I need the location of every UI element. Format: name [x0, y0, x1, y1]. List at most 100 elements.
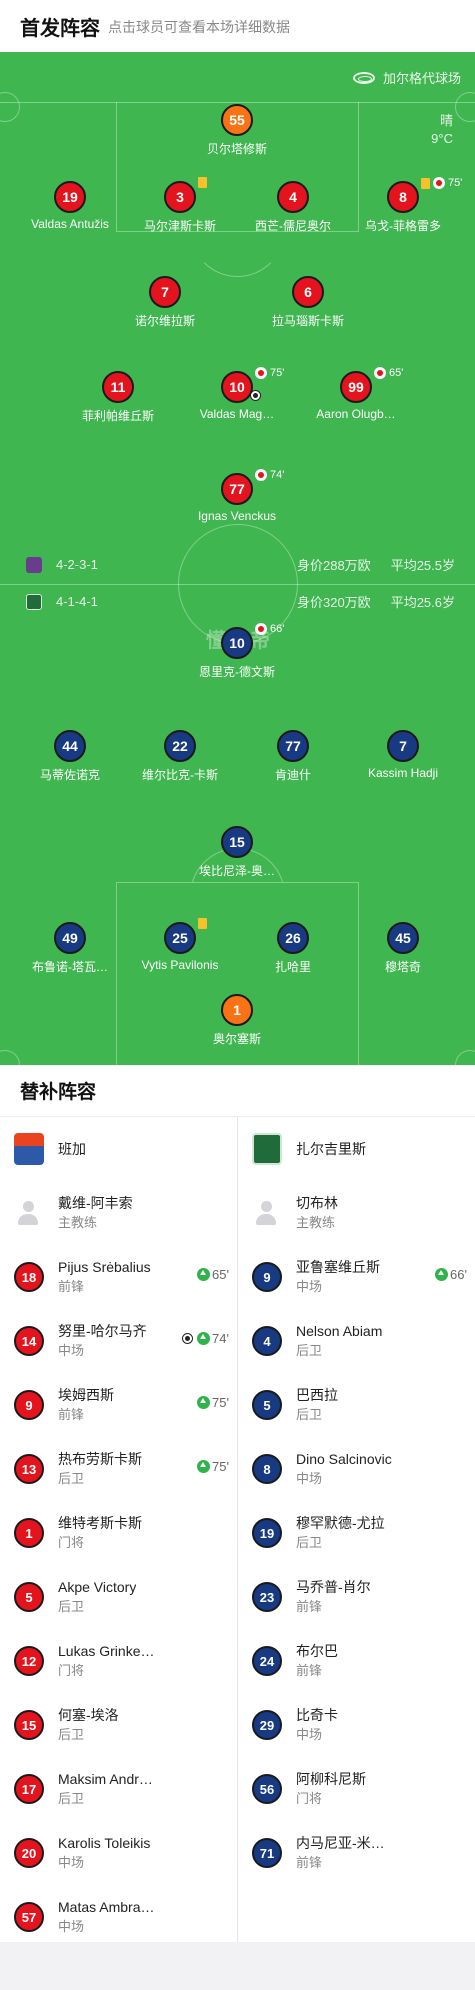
away-team-value: 身价320万欧: [296, 595, 371, 610]
player-event-badges: 75': [421, 177, 462, 189]
home-player-d1[interactable]: 19 Valdas Antužis: [10, 181, 130, 231]
away-sub-row[interactable]: 29 比奇卡 中场: [238, 1693, 475, 1757]
home-coach[interactable]: 戴维-阿丰索 主教练: [0, 1181, 237, 1245]
home-player-m2[interactable]: 6 拉马瑙斯卡斯: [248, 276, 368, 329]
home-sub-row[interactable]: 12 Lukas Grinke… 门将: [0, 1629, 237, 1693]
coach-name: 切布林: [296, 1195, 338, 1211]
sub-name: 埃姆西斯: [58, 1387, 114, 1403]
player-event-badges: 65': [374, 367, 403, 379]
away-sub-row[interactable]: 19 穆罕默德-尤拉 后卫: [238, 1501, 475, 1565]
sub-position: 前锋: [58, 1279, 85, 1294]
lineup-header: 首发阵容 点击球员可查看本场详细数据: [0, 0, 475, 52]
player-number: 15: [221, 826, 253, 858]
player-number: 8: [387, 181, 419, 213]
lineup-title: 首发阵容: [20, 17, 100, 40]
sub-off-minute: 75': [270, 367, 285, 379]
away-sub-row[interactable]: 24 布尔巴 前锋: [238, 1629, 475, 1693]
away-player-d2[interactable]: 25 Vytis Pavilonis: [120, 918, 240, 972]
goal-ball-icon: [250, 390, 261, 401]
away-player-m2[interactable]: 22 维尔比克-卡斯: [120, 730, 240, 783]
home-player-m1[interactable]: 7 诺尔维拉斯: [105, 276, 225, 329]
sub-number: 1: [14, 1518, 44, 1548]
home-sub-row[interactable]: 20 Karolis Toleikis 中场: [0, 1821, 237, 1885]
sub-position: 后卫: [296, 1535, 323, 1550]
away-player-gk[interactable]: 1 奥尔塞斯: [177, 994, 297, 1047]
weather: 晴 9°C: [431, 112, 453, 148]
coach-name: 戴维-阿丰索: [58, 1195, 133, 1211]
player-name: Valdas Mag…: [199, 407, 275, 421]
home-player-a1[interactable]: 11 菲利帕维丘斯: [58, 371, 178, 424]
home-sub-row[interactable]: 14 努里-哈尔马齐 中场 74': [0, 1309, 237, 1373]
sub-off-minute: 66': [270, 623, 285, 635]
sub-number: 4: [252, 1326, 282, 1356]
sub-name: 巴西拉: [296, 1387, 338, 1403]
home-player-gk[interactable]: 55 贝尔塔修斯: [177, 104, 297, 157]
home-sub-row[interactable]: 9 埃姆西斯 前锋 75': [0, 1373, 237, 1437]
sub-name: 努里-哈尔马齐: [58, 1323, 147, 1339]
home-sub-row[interactable]: 18 Pijus Srėbalius 前锋 65': [0, 1245, 237, 1309]
home-player-d4[interactable]: 8 75' 乌戈-菲格雷多: [343, 177, 463, 234]
sub-position: 门将: [58, 1663, 85, 1678]
sub-number: 29: [252, 1710, 282, 1740]
home-team-value: 身价288万欧: [296, 558, 371, 573]
player-name: 肯迪什: [274, 768, 311, 782]
sub-number: 56: [252, 1774, 282, 1804]
home-player-a3[interactable]: 99 65' Aaron Olugb…: [296, 367, 416, 421]
away-player-d1[interactable]: 49 布鲁诺-塔瓦…: [10, 922, 130, 975]
player-name: Valdas Antužis: [31, 217, 109, 231]
home-team-logo: [14, 1133, 44, 1165]
player-number: 45: [387, 922, 419, 954]
away-sub-row[interactable]: 9 亚鲁塞维丘斯 中场 66': [238, 1245, 475, 1309]
home-sub-row[interactable]: 17 Maksim Andr… 后卫: [0, 1757, 237, 1821]
away-sub-row[interactable]: 56 阿柳科尼斯 门将: [238, 1757, 475, 1821]
venue-name: 加尔格代球场: [382, 71, 461, 86]
home-player-d2[interactable]: 3 马尔津斯卡斯: [120, 177, 240, 234]
home-sub-row[interactable]: 1 维特考斯卡斯 门将: [0, 1501, 237, 1565]
away-sub-row[interactable]: 23 马乔普-肖尔 前锋: [238, 1565, 475, 1629]
sub-event: 65': [197, 1267, 229, 1282]
subs-panel: 班加 戴维-阿丰索 主教练 18 Pijus Srėbalius 前锋 65' 14 努里…: [0, 1117, 475, 1942]
away-player-m1[interactable]: 44 马蒂佐诺克: [10, 730, 130, 783]
home-player-d3[interactable]: 4 西芒-儒尼奥尔: [233, 181, 353, 234]
sub-position: 门将: [58, 1535, 85, 1550]
sub-number: 71: [252, 1838, 282, 1868]
home-player-st[interactable]: 77 74' Ignas Venckus: [177, 469, 297, 523]
away-sub-row[interactable]: 71 内马尼亚-米… 前锋: [238, 1821, 475, 1885]
sub-position: 中场: [296, 1727, 323, 1742]
away-subs-team[interactable]: 扎尔吉里斯: [238, 1117, 475, 1181]
corner-arc: [455, 92, 475, 122]
sub-on-minute: 66': [450, 1267, 467, 1282]
away-sub-row[interactable]: 5 巴西拉 后卫: [238, 1373, 475, 1437]
sub-name: 热布劳斯卡斯: [58, 1451, 142, 1467]
away-coach[interactable]: 切布林 主教练: [238, 1181, 475, 1245]
home-player-a2[interactable]: 10 75' Valdas Mag…: [177, 367, 297, 421]
home-formation: 4-2-3-1: [56, 557, 98, 572]
corner-arc: [0, 92, 20, 122]
sub-name: Karolis Toleikis: [58, 1835, 151, 1851]
yellow-card-icon: [198, 918, 207, 929]
home-sub-row[interactable]: 57 Matas Ambra… 中场: [0, 1885, 237, 1949]
home-subs-team[interactable]: 班加: [0, 1117, 237, 1181]
home-sub-row[interactable]: 5 Akpe Victory 后卫: [0, 1565, 237, 1629]
home-avg-age: 平均25.5岁: [390, 558, 455, 573]
player-event-badges: [198, 177, 210, 188]
home-sub-row[interactable]: 15 何塞-埃洛 后卫: [0, 1693, 237, 1757]
away-player-d3[interactable]: 26 扎哈里: [233, 922, 353, 975]
sub-number: 9: [14, 1390, 44, 1420]
home-sub-row[interactable]: 13 热布劳斯卡斯 后卫 75': [0, 1437, 237, 1501]
away-player-d4[interactable]: 45 穆塔奇: [343, 922, 463, 975]
away-player-dm[interactable]: 15 埃比尼泽-奥…: [177, 826, 297, 879]
away-team-name: 扎尔吉里斯: [296, 1141, 366, 1157]
away-sub-row[interactable]: 8 Dino Salcinovic 中场: [238, 1437, 475, 1501]
player-number: 99: [340, 371, 372, 403]
away-player-m4[interactable]: 7 Kassim Hadji: [343, 730, 463, 780]
away-player-m3[interactable]: 77 肯迪什: [233, 730, 353, 783]
sub-position: 前锋: [296, 1663, 323, 1678]
away-sub-row[interactable]: 4 Nelson Abiam 后卫: [238, 1309, 475, 1373]
sub-off-icon: [433, 177, 445, 189]
sub-on-minute: 65': [212, 1267, 229, 1282]
sub-off-icon: [255, 469, 267, 481]
away-player-st[interactable]: 10 66' 恩里克-德文斯: [177, 623, 297, 680]
weather-condition: 晴: [439, 113, 453, 128]
sub-name: 亚鲁塞维丘斯: [296, 1259, 380, 1275]
